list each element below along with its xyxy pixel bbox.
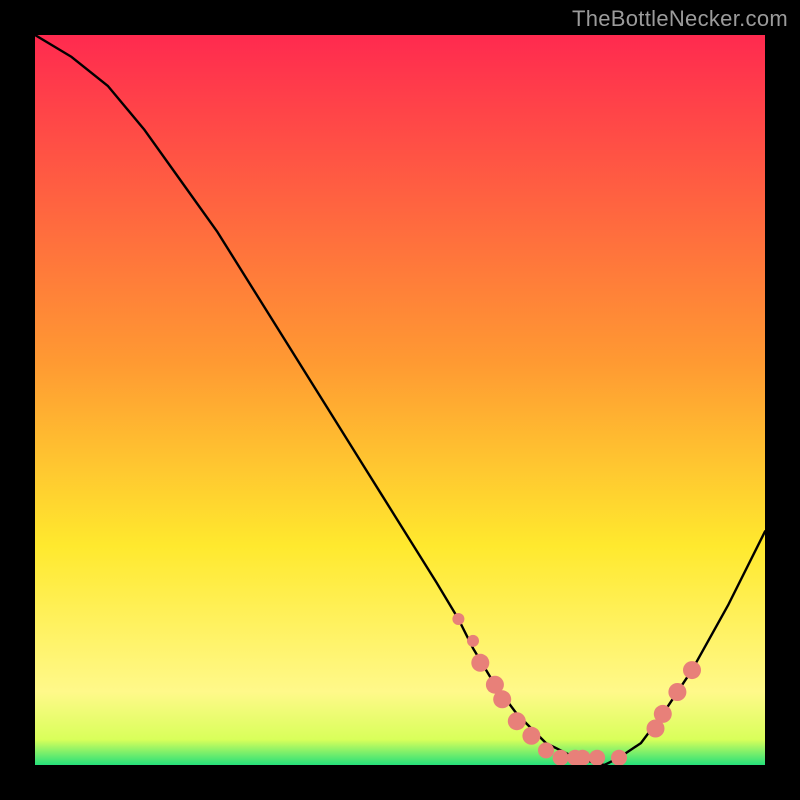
data-marker [452,613,464,625]
data-marker [589,750,605,765]
chart-svg [35,35,765,765]
data-marker [471,654,489,672]
data-marker [611,750,627,765]
data-marker [683,661,701,679]
data-marker [522,727,540,745]
data-marker [467,635,479,647]
watermark-text: TheBottleNecker.com [572,6,788,32]
data-marker [575,750,591,765]
data-marker [493,690,511,708]
data-marker [508,712,526,730]
data-marker [654,705,672,723]
data-marker [668,683,686,701]
bottleneck-chart [35,35,765,765]
chart-background [35,35,765,765]
data-marker [553,750,569,765]
data-marker [538,742,554,758]
chart-frame: TheBottleNecker.com [0,0,800,800]
